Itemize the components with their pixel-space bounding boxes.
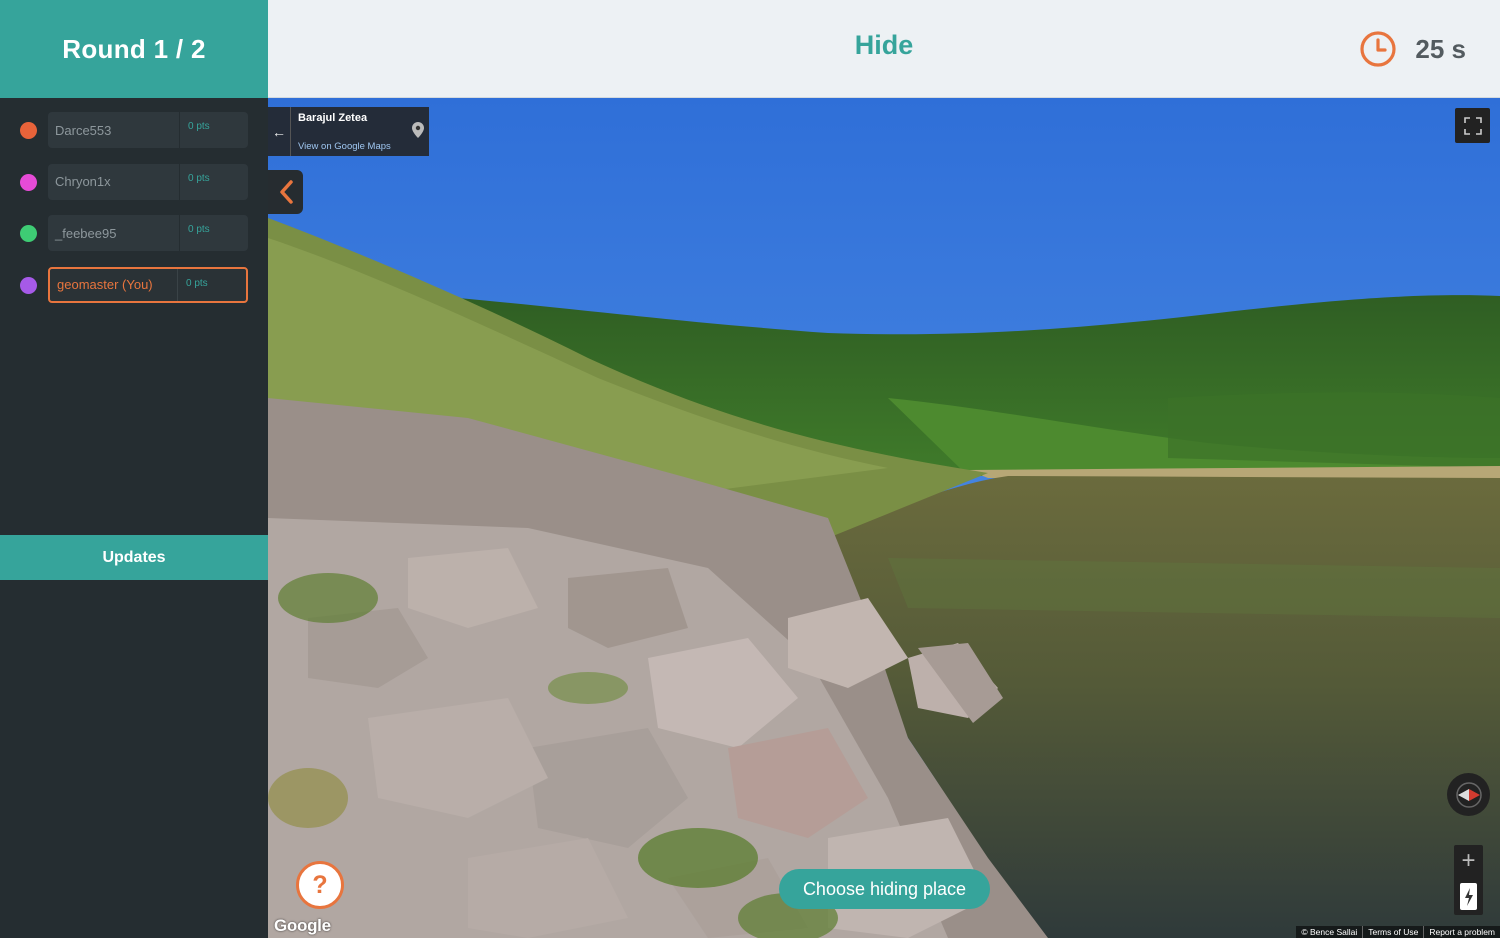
zoom-in-button[interactable]: +	[1454, 845, 1483, 877]
terms-link[interactable]: Terms of Use	[1362, 926, 1423, 938]
compass-icon	[1455, 781, 1482, 808]
street-view-panorama[interactable]: ← Barajul Zetea View on Google Maps + Go…	[268, 98, 1500, 938]
timer-value: 25 s	[1415, 33, 1466, 64]
fullscreen-icon	[1463, 116, 1482, 135]
choose-hiding-place-button[interactable]: Choose hiding place	[779, 869, 990, 909]
timer: 25 s	[1359, 30, 1466, 68]
phase-title: Hide	[854, 30, 914, 60]
map-attribution: © Bence Sallai Terms of Use Report a pro…	[1296, 926, 1500, 938]
round-indicator: Round 1 / 2	[0, 0, 268, 98]
player-color-dot	[20, 122, 37, 139]
fullscreen-button[interactable]	[1455, 108, 1490, 143]
player-name: _feebee95	[48, 215, 180, 251]
player-name: Darce553	[48, 112, 180, 148]
google-logo: Google	[274, 916, 331, 935]
sidebar: Round 1 / 2 Darce553 0 pts Chryon1x 0 pt…	[0, 0, 268, 938]
player-color-dot	[20, 173, 37, 191]
player-points: 0 pts	[186, 277, 208, 289]
player-card-self: geomaster (You) 0 pts	[48, 266, 248, 303]
location-card: ← Barajul Zetea View on Google Maps	[268, 107, 429, 156]
player-color-dot	[20, 276, 37, 294]
player-name: geomaster (You)	[50, 268, 178, 301]
chevron-left-icon	[279, 180, 293, 204]
zoom-control: +	[1454, 845, 1483, 915]
panorama-image	[268, 98, 1500, 938]
map-pin-icon[interactable]	[412, 122, 424, 138]
top-bar: Hide 25 s	[268, 0, 1500, 98]
report-problem-link[interactable]: Report a problem	[1423, 926, 1500, 938]
help-button[interactable]: ?	[296, 861, 344, 909]
player-points: 0 pts	[188, 172, 210, 184]
location-info: Barajul Zetea View on Google Maps	[291, 107, 429, 156]
player-points: 0 pts	[188, 224, 210, 235]
player-name: Chryon1x	[48, 163, 180, 200]
compass-control[interactable]	[1447, 773, 1490, 816]
player-row: Chryon1x 0 pts	[0, 163, 268, 215]
back-arrow-icon[interactable]: ←	[268, 107, 291, 156]
player-card: Darce553 0 pts	[48, 112, 248, 148]
player-color-dot	[20, 225, 37, 242]
player-row-self: geomaster (You) 0 pts	[0, 266, 268, 318]
pegman-icon[interactable]	[1460, 883, 1477, 910]
player-list: Darce553 0 pts Chryon1x 0 pts _feebee95 …	[0, 111, 268, 317]
player-row: Darce553 0 pts	[0, 111, 268, 163]
copyright-text: © Bence Sallai	[1301, 927, 1358, 937]
player-points: 0 pts	[188, 121, 210, 132]
player-row: _feebee95 0 pts	[0, 214, 268, 266]
location-title: Barajul Zetea	[298, 112, 368, 124]
updates-tab[interactable]: Updates	[0, 535, 268, 580]
clock-icon	[1360, 31, 1396, 67]
view-on-google-maps-link[interactable]: View on Google Maps	[298, 141, 391, 152]
collapse-sidebar-button[interactable]	[268, 170, 303, 214]
player-card: Chryon1x 0 pts	[48, 163, 248, 200]
player-card: _feebee95 0 pts	[48, 215, 248, 251]
